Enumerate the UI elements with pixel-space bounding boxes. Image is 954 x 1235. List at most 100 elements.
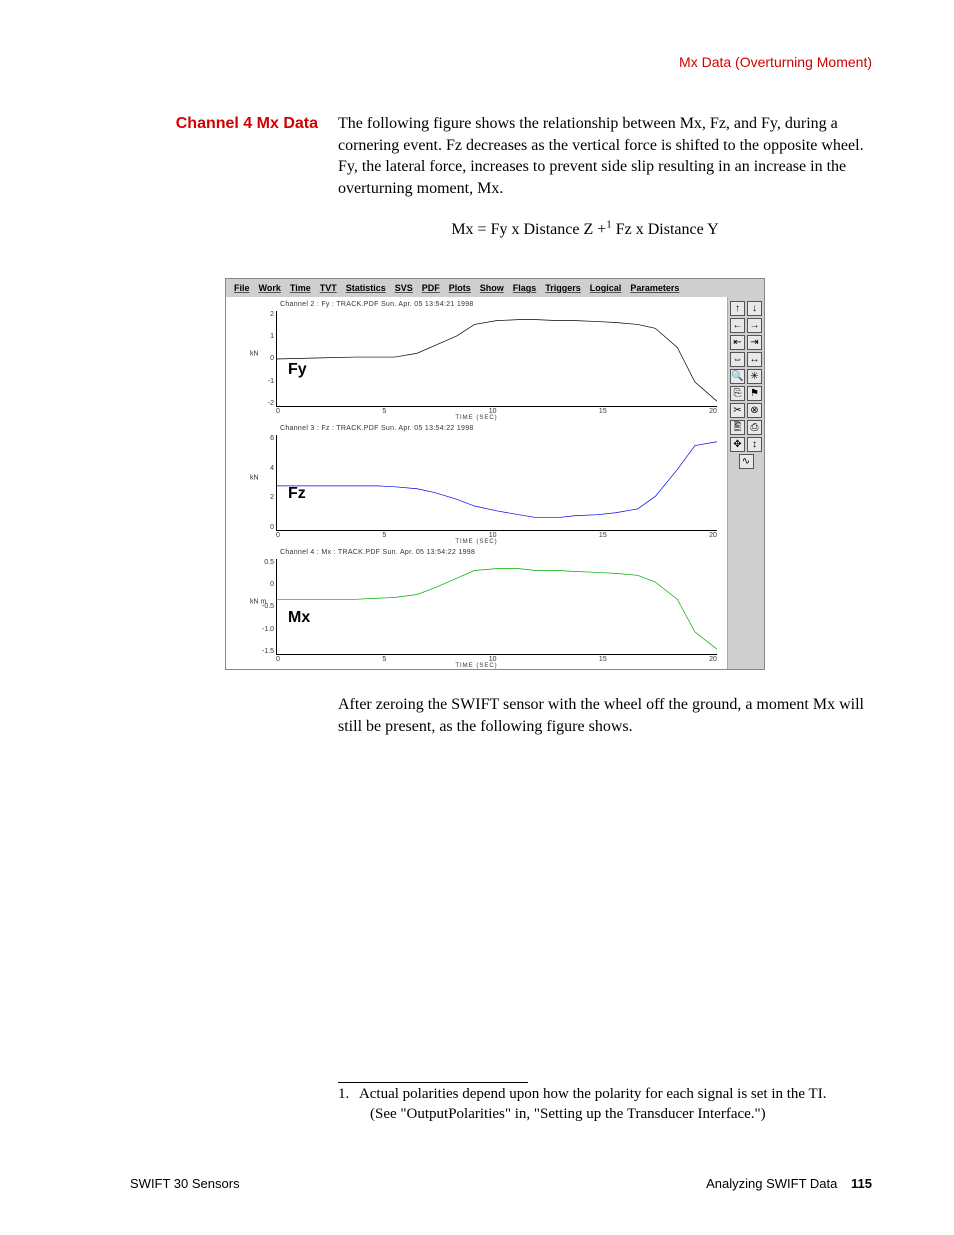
compress-horiz-icon[interactable]: ↔ bbox=[747, 352, 762, 367]
cut-icon[interactable]: ✂ bbox=[730, 403, 745, 418]
footnote-rule bbox=[338, 1082, 528, 1083]
subplot-fz: Channel 3 : Fz : TRACK.PDF Sun. Apr. 05 … bbox=[226, 421, 727, 545]
ytick: 6 bbox=[262, 435, 274, 442]
bar-left-icon[interactable]: ⇤ bbox=[730, 335, 745, 350]
flag-icon[interactable]: ⚑ bbox=[747, 386, 762, 401]
ytick: 0 bbox=[262, 355, 274, 362]
footer: SWIFT 30 Sensors Analyzing SWIFT Data 11… bbox=[130, 1176, 872, 1191]
expand-horiz-icon[interactable]: ⇔ bbox=[730, 352, 745, 367]
xtick: 5 bbox=[382, 532, 386, 539]
fy-line bbox=[276, 311, 717, 407]
subplot-fz-yticks: 6 4 2 0 bbox=[262, 435, 274, 531]
menu-tvt[interactable]: TVT bbox=[320, 283, 337, 293]
footer-section: Analyzing SWIFT Data bbox=[706, 1176, 837, 1191]
equation-pre: Mx = Fy x Distance Z + bbox=[451, 221, 606, 238]
subplot-mx-xticks: 0 5 10 15 20 bbox=[276, 656, 717, 663]
toolbar: ↑ ↓ ← → ⇤ ⇥ ⇔ ↔ 🔍 ✳ ⎘ ⚑ bbox=[728, 297, 764, 669]
delete-icon[interactable]: ⊗ bbox=[747, 403, 762, 418]
updown-icon[interactable]: ↕ bbox=[747, 437, 762, 452]
menu-show[interactable]: Show bbox=[480, 283, 504, 293]
embedded-plot-window: File Work Time TVT Statistics SVS PDF Pl… bbox=[225, 278, 765, 670]
subplot-fz-xticks: 0 5 10 15 20 bbox=[276, 532, 717, 539]
intro-paragraph: The following figure shows the relations… bbox=[338, 113, 872, 199]
menu-time[interactable]: Time bbox=[290, 283, 311, 293]
xtick: 0 bbox=[276, 408, 280, 415]
footnote-line2: (See "OutputPolarities" in, "Setting up … bbox=[370, 1104, 872, 1124]
after-paragraph: After zeroing the SWIFT sensor with the … bbox=[338, 694, 872, 737]
menu-statistics[interactable]: Statistics bbox=[346, 283, 386, 293]
menu-file[interactable]: File bbox=[234, 283, 250, 293]
menu-logical[interactable]: Logical bbox=[590, 283, 622, 293]
footnote-line1: Actual polarities depend upon how the po… bbox=[359, 1086, 827, 1102]
footer-left: SWIFT 30 Sensors bbox=[130, 1176, 240, 1191]
page-icon[interactable]: ⎘ bbox=[730, 386, 745, 401]
footer-right: Analyzing SWIFT Data 115 bbox=[706, 1176, 872, 1191]
subplot-mx-xlabel: TIME (SEC) bbox=[226, 663, 727, 669]
subplot-fz-ylabel: kN bbox=[250, 475, 259, 482]
xtick: 15 bbox=[599, 408, 607, 415]
subplot-fz-label: Fz bbox=[288, 485, 306, 503]
ytick: -1 bbox=[262, 378, 274, 385]
plot-area: Channel 2 : Fy : TRACK.PDF Sun. Apr. 05 … bbox=[226, 297, 728, 669]
xtick: 15 bbox=[599, 656, 607, 663]
subplot-mx-yticks: 0.5 0 -0.5 -1.0 -1.5 bbox=[262, 559, 274, 655]
ytick: -1.5 bbox=[262, 648, 274, 655]
ytick: 0 bbox=[262, 524, 274, 531]
subplot-mx: Channel 4 : Mx : TRACK.PDF Sun. Apr. 05 … bbox=[226, 545, 727, 669]
menubar: File Work Time TVT Statistics SVS PDF Pl… bbox=[226, 279, 764, 298]
menu-flags[interactable]: Flags bbox=[513, 283, 537, 293]
arrow-right-icon[interactable]: → bbox=[747, 318, 762, 333]
xtick: 10 bbox=[489, 532, 497, 539]
menu-svs[interactable]: SVS bbox=[395, 283, 413, 293]
subplot-fy-ylabel: kN bbox=[250, 351, 259, 358]
xtick: 10 bbox=[489, 656, 497, 663]
footnote-number: 1. bbox=[338, 1084, 356, 1104]
xtick: 0 bbox=[276, 656, 280, 663]
menu-pdf[interactable]: PDF bbox=[422, 283, 440, 293]
ytick: 2 bbox=[262, 494, 274, 501]
save-icon[interactable]: 🖺 bbox=[730, 420, 745, 435]
xtick: 10 bbox=[489, 408, 497, 415]
menu-triggers[interactable]: Triggers bbox=[545, 283, 581, 293]
mx-line bbox=[276, 559, 717, 655]
bar-right-icon[interactable]: ⇥ bbox=[747, 335, 762, 350]
wave-icon[interactable]: ∿ bbox=[739, 454, 754, 469]
section-body: The following figure shows the relations… bbox=[338, 113, 872, 239]
subplot-fy-label: Fy bbox=[288, 361, 307, 379]
menu-plots[interactable]: Plots bbox=[449, 283, 471, 293]
ytick: 0.5 bbox=[262, 559, 274, 566]
arrow-left-icon[interactable]: ← bbox=[730, 318, 745, 333]
equation-post: Fz x Distance Y bbox=[612, 221, 719, 238]
menu-work[interactable]: Work bbox=[259, 283, 281, 293]
section-heading: Channel 4 Mx Data bbox=[168, 113, 328, 135]
running-head: Mx Data (Overturning Moment) bbox=[679, 54, 872, 70]
equation: Mx = Fy x Distance Z +1 Fz x Distance Y bbox=[318, 221, 852, 239]
arrow-up-icon[interactable]: ↑ bbox=[730, 301, 745, 316]
subplot-fz-title: Channel 3 : Fz : TRACK.PDF Sun. Apr. 05 … bbox=[280, 425, 719, 432]
menu-parameters[interactable]: Parameters bbox=[630, 283, 679, 293]
reset-icon[interactable]: ✳ bbox=[747, 369, 762, 384]
ytick: -0.5 bbox=[262, 603, 274, 610]
xtick: 15 bbox=[599, 532, 607, 539]
subplot-mx-label: Mx bbox=[288, 609, 310, 627]
xtick: 5 bbox=[382, 656, 386, 663]
ytick: 4 bbox=[262, 465, 274, 472]
ytick: -2 bbox=[262, 400, 274, 407]
fz-line bbox=[276, 435, 717, 531]
footnote: 1. Actual polarities depend upon how the… bbox=[338, 1084, 872, 1125]
subplot-mx-title: Channel 4 : Mx : TRACK.PDF Sun. Apr. 05 … bbox=[280, 549, 719, 556]
move-icon[interactable]: ✥ bbox=[730, 437, 745, 452]
xtick: 5 bbox=[382, 408, 386, 415]
subplot-fy-title: Channel 2 : Fy : TRACK.PDF Sun. Apr. 05 … bbox=[280, 301, 719, 308]
arrow-down-icon[interactable]: ↓ bbox=[747, 301, 762, 316]
ytick: 0 bbox=[262, 581, 274, 588]
subplot-fy-yticks: 2 1 0 -1 -2 bbox=[262, 311, 274, 407]
subplot-fy-xticks: 0 5 10 15 20 bbox=[276, 408, 717, 415]
xtick: 20 bbox=[709, 408, 717, 415]
print-icon[interactable]: ⎙ bbox=[747, 420, 762, 435]
xtick: 20 bbox=[709, 532, 717, 539]
zoom-icon[interactable]: 🔍 bbox=[730, 369, 745, 384]
section: Channel 4 Mx Data The following figure s… bbox=[168, 113, 872, 261]
ytick: -1.0 bbox=[262, 626, 274, 633]
ytick: 1 bbox=[262, 333, 274, 340]
